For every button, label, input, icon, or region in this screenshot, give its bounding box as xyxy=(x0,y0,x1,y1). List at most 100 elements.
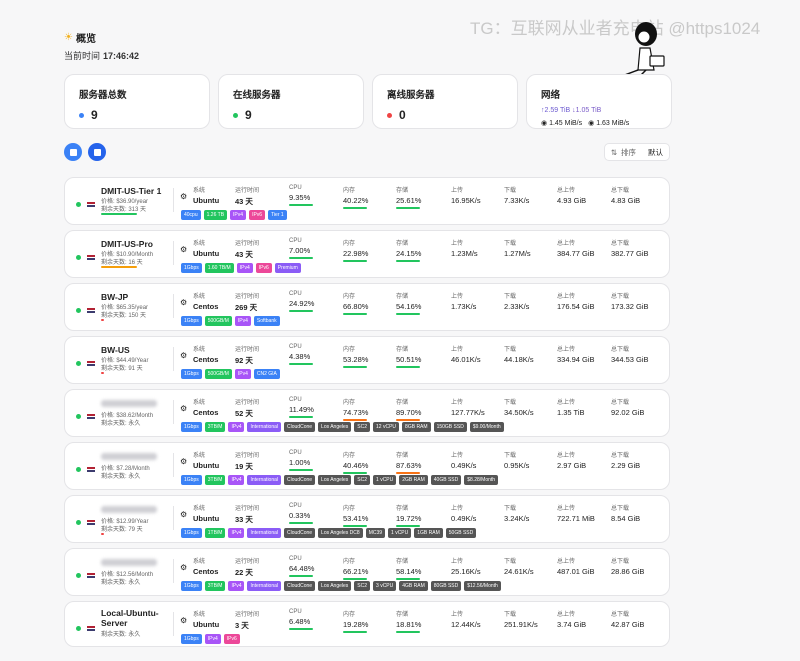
usage-bar xyxy=(396,313,420,315)
metric-label: 下载 xyxy=(504,188,517,194)
tag-badge: 1.26 TB xyxy=(203,210,228,220)
grid-view-button[interactable] xyxy=(64,143,82,161)
tag-list: 40cpu 1.26 TB IPv4 IPv6 Tier 1 xyxy=(181,210,287,220)
tag-badge: IPv4 xyxy=(236,263,253,273)
server-remaining-days: 剩余天数: 永久 xyxy=(101,421,141,427)
metric-total-down: 总下载 92.02 GiB xyxy=(611,397,644,417)
tag-badge: $9.00/Month xyxy=(469,422,504,432)
metric-label: 总下载 xyxy=(611,400,630,406)
tag-badge: 3TB/M xyxy=(204,422,226,432)
tag-list: 1Gbps 1TB/M IPv4 International CloudCone Los … xyxy=(181,528,477,538)
usage-bar xyxy=(396,525,420,527)
server-card[interactable]: Local-Ubuntu-Server 剩余天数: 永久 ⚙ 系统 Ubuntu 运行时间… xyxy=(64,601,670,647)
metric-label: 总下载 xyxy=(611,294,630,300)
list-view-button[interactable] xyxy=(88,143,106,161)
server-name-redacted xyxy=(101,506,157,513)
metric-label: 总上传 xyxy=(557,241,576,247)
tag-badge: Softbank xyxy=(253,316,280,326)
stat-total-servers[interactable]: 服务器总数 9 xyxy=(64,74,210,129)
metric-label: 内存 xyxy=(343,453,356,459)
stat-online-servers[interactable]: 在线服务器 9 xyxy=(218,74,364,129)
metric-value: 3 天 xyxy=(235,621,249,630)
metric-value: 251.91K/s xyxy=(504,620,538,629)
metric-total-down: 总下载 8.54 GiB xyxy=(611,503,640,523)
tag-badge: 50GB SSD xyxy=(445,528,477,538)
server-name: DMIT-US-Tier 1 xyxy=(101,186,162,196)
metric-value: 53.41% xyxy=(343,514,369,523)
metric-upload: 上传 0.49K/s xyxy=(451,450,476,470)
expiry-progress-bar xyxy=(101,319,104,321)
metric-value: Centos xyxy=(193,567,219,576)
usage-bar xyxy=(289,628,313,630)
online-status-icon xyxy=(76,255,81,260)
metric-mem: 内存 40.22% xyxy=(343,185,368,209)
tag-list: 1Gbps 3TB/M IPv4 International CloudCone Los … xyxy=(181,475,499,485)
server-remaining-days: 剩余天数: 313 天 xyxy=(101,207,147,213)
metric-label: 存储 xyxy=(396,188,409,194)
server-card[interactable]: DMIT-US-Tier 1 价格: $36.90/year 剩余天数: 313 天… xyxy=(64,177,670,225)
metric-total-down: 总下载 382.77 GiB xyxy=(611,238,649,258)
metric-value: 92 天 xyxy=(235,356,253,365)
tag-badge: IPv6 xyxy=(249,210,266,220)
server-card[interactable]: 价格: $12.99/Year 剩余天数: 79 天 ⚙ 系统 Ubuntu 运行时间 33… xyxy=(64,495,670,543)
metric-label: 总下载 xyxy=(611,188,630,194)
metric-label: 下载 xyxy=(504,400,517,406)
metric-total-up: 总上传 176.54 GiB xyxy=(557,291,595,311)
usage-bar xyxy=(289,575,313,577)
metric-value: 34.50K/s xyxy=(504,408,534,417)
server-card[interactable]: BW-US 价格: $44.49/Year 剩余天数: 91 天 ⚙ 系统 Centos 运… xyxy=(64,336,670,384)
server-card[interactable]: 价格: $38.62/Month 剩余天数: 永久 ⚙ 系统 Centos 运行时间 52 … xyxy=(64,389,670,437)
sort-select[interactable]: ⇅ 排序 默认 xyxy=(603,143,670,161)
stat-network[interactable]: 网络 ↑2.59 TiB ↓1.05 TiB ◉ 1.45 MiB/s ◉ 1.… xyxy=(526,74,672,129)
metric-value: 1.73K/s xyxy=(451,302,477,311)
metric-label: 系统 xyxy=(193,400,206,406)
online-status-icon xyxy=(76,467,81,472)
tag-badge: SC2 xyxy=(354,422,371,432)
server-name-redacted xyxy=(101,400,157,407)
tag-badge: 500GB/M xyxy=(204,316,232,326)
flag-icon xyxy=(87,414,95,419)
metric-label: 存储 xyxy=(396,347,409,353)
metric-value: 19.28% xyxy=(343,620,369,629)
tag-badge: IPv4 xyxy=(230,210,247,220)
usage-bar xyxy=(343,366,367,368)
flag-icon xyxy=(87,202,95,207)
server-name-redacted xyxy=(101,559,157,566)
server-name: DMIT-US-Pro xyxy=(101,239,153,249)
metric-label: 系统 xyxy=(193,612,206,618)
metric-mem: 内存 66.80% xyxy=(343,291,368,315)
sort-icon: ⇅ xyxy=(610,147,617,157)
tag-badge: SC2 xyxy=(354,475,371,485)
metric-value: Ubuntu xyxy=(193,620,220,629)
metric-value: 87.63% xyxy=(396,461,422,470)
tag-list: 1Gbps 3TB/M IPv4 International CloudCone Los … xyxy=(181,581,501,591)
usage-bar xyxy=(289,522,313,524)
tag-badge: $8.28/Month xyxy=(464,475,499,485)
metric-label: 下载 xyxy=(504,612,517,618)
tag-badge: Premium xyxy=(274,263,301,273)
metric-uptime: 运行时间 269 天 xyxy=(235,291,259,313)
server-card[interactable]: 价格: $7.28/Month 剩余天数: 永久 ⚙ 系统 Ubuntu 运行时间 19 天… xyxy=(64,442,670,490)
server-card[interactable]: BW-JP 价格: $65.35/year 剩余天数: 150 天 ⚙ 系统 Centos… xyxy=(64,283,670,331)
tag-badge: 1TB/M xyxy=(204,528,226,538)
metric-label: 总上传 xyxy=(557,506,576,512)
server-remaining-days: 剩余天数: 79 天 xyxy=(101,527,143,533)
server-card[interactable]: DMIT-US-Pro 价格: $10.90/Month 剩余天数: 16 天 ⚙ 系统… xyxy=(64,230,670,278)
stat-value: 0 xyxy=(399,108,406,122)
server-name: BW-US xyxy=(101,345,130,355)
metric-download: 下载 1.27M/s xyxy=(504,238,531,258)
stat-offline-servers[interactable]: 离线服务器 0 xyxy=(372,74,518,129)
metric-value: Ubuntu xyxy=(193,249,220,258)
metric-label: 上传 xyxy=(451,241,464,247)
tag-badge: 4GB RAM xyxy=(399,581,428,591)
metric-label: 内存 xyxy=(343,400,356,406)
metric-uptime: 运行时间 19 天 xyxy=(235,450,259,472)
metric-label: 存储 xyxy=(396,559,409,565)
metric-os: 系统 Ubuntu xyxy=(193,185,219,205)
metric-uptime: 运行时间 22 天 xyxy=(235,556,259,578)
os-icon: ⚙ xyxy=(180,245,188,254)
server-card[interactable]: 价格: $12.56/Month 剩余天数: 永久 ⚙ 系统 Centos 运行时间 22 … xyxy=(64,548,670,596)
metric-label: 运行时间 xyxy=(235,294,260,300)
metric-value: 384.77 GiB xyxy=(557,249,595,258)
flag-icon xyxy=(87,467,95,472)
